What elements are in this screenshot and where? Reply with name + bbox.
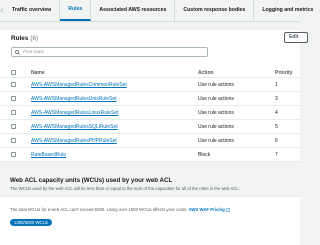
rule-action: Use rule actions <box>198 82 234 88</box>
rule-name-link[interactable]: AWS-AWSManagedRulesLinuxRuleSet <box>31 110 118 116</box>
tab-custom-response-bodies[interactable]: Custom response bodies <box>175 0 255 21</box>
wcu-panel: The total WCUs for a web ACL can't excee… <box>0 196 300 245</box>
rule-priority: 3 <box>275 96 278 102</box>
table-row: AWS-AWSManagedRulesPHPRuleSet Use rule a… <box>0 134 300 148</box>
rule-action: Use rule actions <box>198 124 234 130</box>
row-checkbox[interactable] <box>11 96 16 101</box>
pricing-link[interactable]: AWS WAF Pricing <box>189 207 225 212</box>
rule-action: Use rule actions <box>198 110 234 116</box>
table-row: AWS-AWSManagedRulesCommonRuleSet Use rul… <box>0 78 300 92</box>
rule-name-link[interactable]: AWS-AWSManagedRulesSQLiRuleSet <box>31 124 118 130</box>
rules-title-text: Rules <box>11 35 29 42</box>
search-field[interactable] <box>11 47 208 57</box>
rule-priority: 6 <box>275 138 278 144</box>
table-row: RateBasedRule Block 7 <box>0 148 300 162</box>
search-input[interactable] <box>23 49 203 55</box>
rule-priority: 4 <box>275 110 278 116</box>
row-checkbox[interactable] <box>11 82 16 87</box>
rule-action: Use rule actions <box>198 96 234 102</box>
search-icon <box>15 49 20 55</box>
rules-panel-title: Rules (6) <box>11 35 38 42</box>
rule-name-link[interactable]: AWS-AWSManagedRulesCommonRuleSet <box>31 82 127 88</box>
rule-priority: 5 <box>275 124 278 130</box>
edit-button[interactable]: Edit <box>284 32 308 43</box>
tab-logging-metrics[interactable]: Logging and metrics <box>254 0 320 21</box>
rules-panel: Rules (6) Edit Name Action Priority AWS-… <box>0 29 308 162</box>
row-checkbox[interactable] <box>11 152 16 157</box>
rule-name-link[interactable]: AWS-AWSManagedRulesPHPRuleSet <box>31 138 117 144</box>
column-header-name[interactable]: Name <box>31 70 45 76</box>
column-header-priority[interactable]: Priority <box>275 70 293 76</box>
external-link-icon <box>226 208 230 212</box>
tab-rules[interactable]: Rules <box>60 0 92 21</box>
wcu-total-label: The total WCUs for a web ACL can't excee… <box>10 207 188 212</box>
tab-bar: Traffic overview Rules Associated AWS re… <box>0 0 313 22</box>
column-header-action[interactable]: Action <box>198 70 214 76</box>
wcu-title: Web ACL capacity units (WCUs) used by yo… <box>10 177 173 184</box>
table-row: AWS-AWSManagedRulesSQLiRuleSet Use rule … <box>0 120 300 134</box>
wcu-total-text: The total WCUs for a web ACL can't excee… <box>10 207 230 212</box>
table-row: AWS-AWSManagedRulesUnixRuleSet Use rule … <box>0 92 300 106</box>
rule-priority: 7 <box>275 152 278 158</box>
tab-associated-resources[interactable]: Associated AWS resources <box>91 0 176 21</box>
table-header: Name Action Priority <box>0 67 300 78</box>
tab-traffic-overview[interactable]: Traffic overview <box>4 0 61 21</box>
rule-name-link[interactable]: AWS-AWSManagedRulesUnixRuleSet <box>31 96 117 102</box>
row-checkbox[interactable] <box>11 124 16 129</box>
rules-count: (6) <box>30 35 38 42</box>
rule-action: Use rule actions <box>198 138 234 144</box>
select-all-checkbox[interactable] <box>11 70 16 75</box>
row-checkbox[interactable] <box>11 138 16 143</box>
rule-name-link[interactable]: RateBasedRule <box>31 152 66 158</box>
row-checkbox[interactable] <box>11 110 16 115</box>
rule-action: Block <box>198 152 211 158</box>
wcu-usage-badge: 1350/5000 WCUs <box>10 219 52 226</box>
rule-priority: 1 <box>275 82 278 88</box>
table-row: AWS-AWSManagedRulesLinuxRuleSet Use rule… <box>0 106 300 120</box>
wcu-description: The WCUs used by the web ACL will be les… <box>10 186 240 191</box>
